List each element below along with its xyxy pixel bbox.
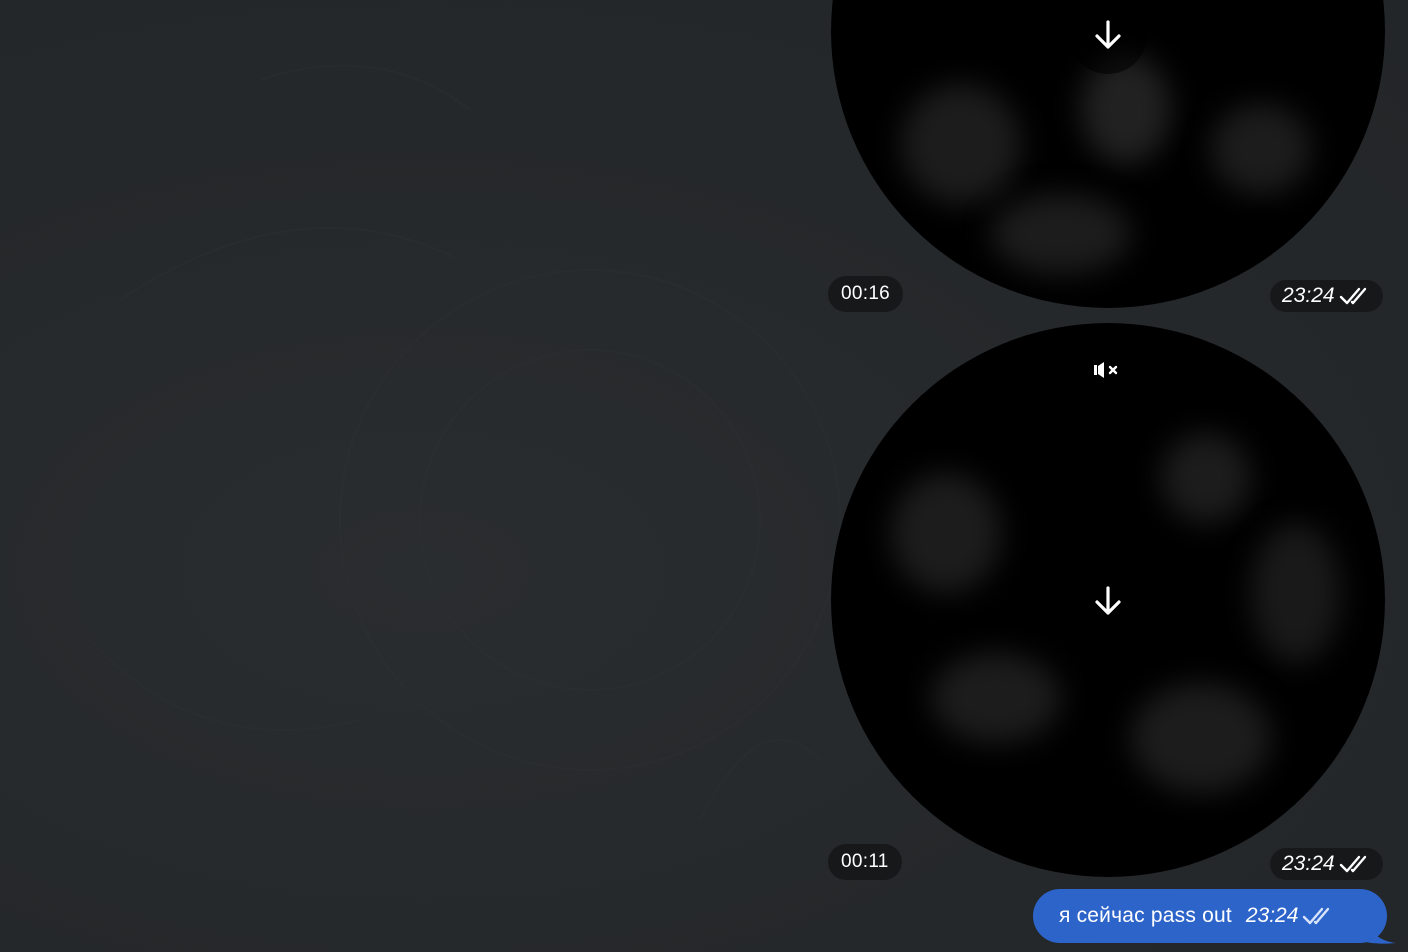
chat-area: 00:16 23:24 00:11 23:24 я сейчас pass ou…	[0, 0, 1408, 952]
double-check-icon	[1339, 855, 1366, 873]
video-duration-2: 00:11	[828, 844, 902, 880]
message-time-1: 23:24	[1282, 284, 1335, 307]
double-check-icon	[1303, 907, 1330, 925]
message-text: я сейчас pass out	[1059, 904, 1232, 927]
video-note-2[interactable]	[831, 323, 1385, 877]
message-time-pill-2: 23:24	[1270, 848, 1383, 880]
outgoing-message-bubble[interactable]: я сейчас pass out 23:24	[1033, 889, 1387, 943]
speaker-muted-icon	[1091, 358, 1125, 382]
message-time-pill-1: 23:24	[1270, 280, 1383, 312]
download-button-2[interactable]	[1069, 562, 1147, 640]
message-meta: 23:24	[1246, 904, 1337, 928]
message-time-3: 23:24	[1245, 904, 1299, 927]
video-duration-1: 00:16	[828, 276, 904, 312]
double-check-icon	[1339, 287, 1366, 305]
arrow-down-icon	[1095, 586, 1121, 615]
message-time-2: 23:24	[1282, 852, 1335, 875]
arrow-down-icon	[1095, 20, 1121, 49]
